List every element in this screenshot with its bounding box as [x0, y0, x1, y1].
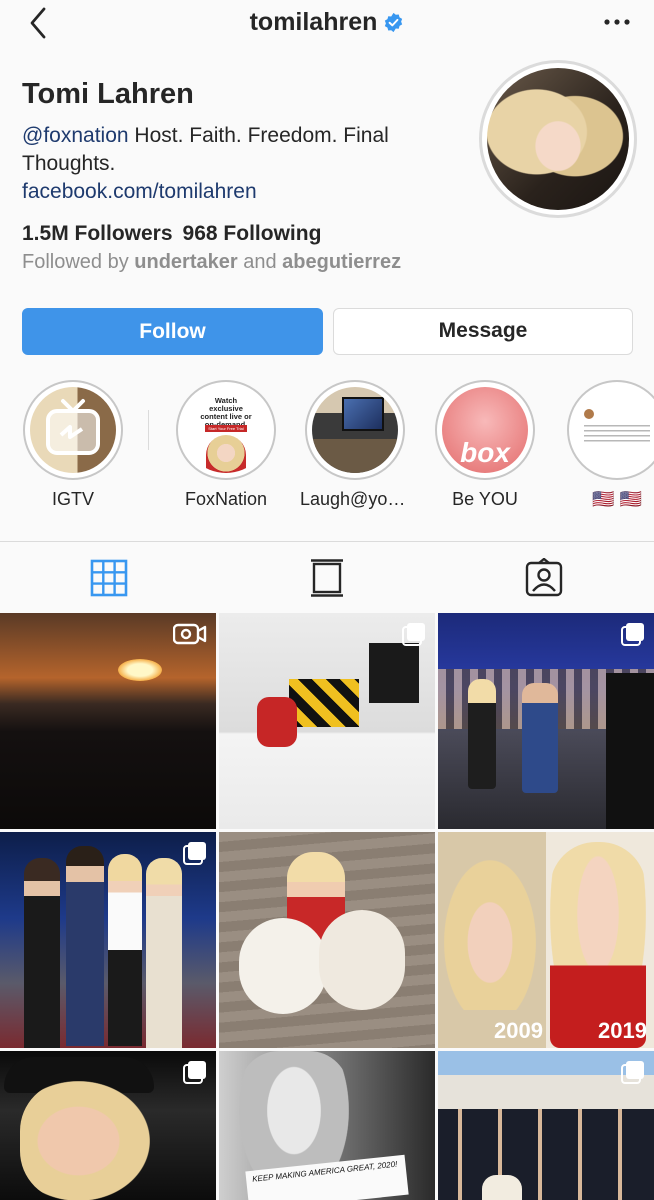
- highlight-ring: [567, 380, 654, 480]
- person-4: [146, 858, 182, 1048]
- multiple-posts-icon: [183, 1060, 207, 1089]
- grid-post-studio-chair[interactable]: [219, 613, 435, 829]
- page-title: tomilahren: [0, 8, 654, 37]
- year-label-left: 2009: [494, 1018, 543, 1043]
- grid-post-sunset[interactable]: [0, 613, 216, 829]
- highlight-foxnation[interactable]: Watch exclusive content live or on-deman…: [171, 380, 281, 510]
- grid-post-police-officers[interactable]: [438, 1051, 654, 1200]
- dog-left: [239, 918, 327, 1014]
- grid-tab-icon[interactable]: [89, 558, 129, 598]
- foxnation-portrait: [206, 435, 246, 473]
- highlight-label: Laugh@you...: [300, 489, 410, 509]
- officers-row: [438, 1109, 654, 1200]
- message-button[interactable]: Message: [333, 308, 633, 355]
- sun-shape: [118, 659, 162, 681]
- followed-by-user-2[interactable]: abegutierrez: [282, 251, 401, 273]
- multiple-posts-icon: [621, 622, 645, 651]
- followed-by-prefix: Followed by: [22, 251, 135, 273]
- video-camera-icon: [172, 622, 207, 651]
- profile-tabs: [0, 541, 654, 613]
- profile-avatar[interactable]: [479, 60, 637, 218]
- profile-website-link[interactable]: facebook.com/tomilahren: [22, 180, 257, 204]
- person-2: [66, 846, 104, 1046]
- highlight-divider: [148, 410, 149, 450]
- hazard-stripes: [289, 679, 359, 727]
- white-dog: [482, 1175, 522, 1200]
- username-title: tomilahren: [249, 8, 378, 36]
- highlight-ring: [23, 380, 123, 480]
- be-you-cover: box: [442, 387, 528, 473]
- multiple-posts-icon: [183, 841, 207, 870]
- top-navigation-bar: tomilahren: [0, 0, 654, 48]
- flags-cover: [574, 387, 654, 473]
- followed-by-user-1[interactable]: undertaker: [134, 251, 237, 273]
- dog-right: [319, 910, 405, 1010]
- avatar-photo: [487, 68, 629, 210]
- grid-post-selfie-hat[interactable]: [0, 1051, 216, 1200]
- igtv-cover: [30, 387, 116, 473]
- light-stand: [369, 643, 419, 703]
- grid-post-tv-stage[interactable]: [438, 613, 654, 829]
- photo-grid: 2009 2019 KEEP MAKING AMERICA GREAT, 202…: [0, 613, 654, 1200]
- highlight-be-you[interactable]: box Be YOU: [430, 380, 540, 510]
- highlight-ring: box: [435, 380, 535, 480]
- be-you-overlay-text: box: [460, 437, 510, 468]
- followers-count[interactable]: 1.5M Followers: [22, 222, 173, 245]
- grid-post-2009-2019[interactable]: 2009 2019: [438, 832, 654, 1048]
- tweet-avatar: [584, 409, 594, 419]
- multiple-posts-icon: [621, 1060, 645, 1089]
- followed-by-and: and: [237, 251, 283, 273]
- face-shape: [20, 1081, 150, 1200]
- grid-post-girl-dogs[interactable]: [219, 832, 435, 1048]
- more-options-icon[interactable]: [602, 10, 632, 34]
- multiple-posts-icon: [402, 622, 426, 651]
- highlight-label: IGTV: [51, 489, 94, 509]
- red-chair: [257, 697, 297, 747]
- follow-button[interactable]: Follow: [22, 308, 323, 355]
- highlight-label: FoxNation: [184, 489, 268, 509]
- face-left: [444, 860, 536, 1010]
- followed-by-text: Followed by undertaker and abegutierrez: [22, 251, 401, 274]
- person-3: [108, 854, 142, 1046]
- laugh-monitor: [342, 397, 384, 431]
- highlight-ring: [305, 380, 405, 480]
- bio-mention-link[interactable]: @foxnation: [22, 124, 129, 147]
- highlight-label: 🇺🇸 🇺🇸: [592, 489, 642, 509]
- highlight-igtv[interactable]: IGTV: [18, 380, 128, 510]
- story-highlights: IGTV Watch exclusive content live or on-…: [0, 380, 654, 520]
- grid-post-bw-portrait[interactable]: KEEP MAKING AMERICA GREAT, 2020!: [219, 1051, 435, 1200]
- profile-name: Tomi Lahren: [22, 78, 194, 110]
- highlight-flags[interactable]: 🇺🇸 🇺🇸: [562, 380, 654, 510]
- highlight-label: Be YOU: [452, 489, 518, 509]
- grid-post-group-photo[interactable]: [0, 832, 216, 1048]
- profile-bio: @foxnation Host. Faith. Freedom. Final T…: [22, 122, 472, 178]
- person-1: [24, 858, 60, 1048]
- camera-operator: [606, 673, 654, 829]
- highlight-ring: Watch exclusive content live or on-deman…: [176, 380, 276, 480]
- verified-badge-icon: [383, 11, 404, 33]
- foxnation-card-button: Start Your Free Trial: [205, 425, 247, 432]
- highlight-laugh[interactable]: Laugh@you...: [300, 380, 410, 510]
- foxnation-cover: Watch exclusive content live or on-deman…: [183, 387, 269, 473]
- laugh-desk: [312, 439, 398, 473]
- person-suit: [522, 683, 558, 793]
- laugh-cover: [312, 387, 398, 473]
- feed-tab-icon[interactable]: [307, 558, 347, 598]
- tagged-tab-icon[interactable]: [524, 557, 564, 598]
- year-label-right: 2019: [598, 1018, 647, 1043]
- following-count[interactable]: 968 Following: [183, 222, 322, 245]
- igtv-icon: [46, 399, 100, 455]
- profile-stats: 1.5M Followers 968 Following: [22, 222, 321, 246]
- person-white-hair: [468, 679, 496, 789]
- tweet-lines: [584, 425, 650, 443]
